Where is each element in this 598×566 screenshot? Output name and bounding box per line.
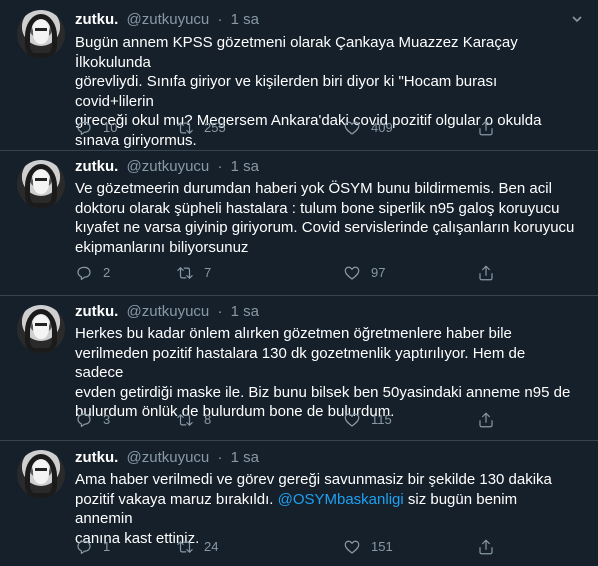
reply-count: 1	[103, 539, 111, 554]
timestamp[interactable]: 1 sa	[231, 11, 259, 28]
share-button[interactable]	[477, 263, 505, 283]
display-name[interactable]: zutku.	[75, 303, 118, 320]
tweet-text: Ve gözetmeerin durumdan haberi yok ÖSYM …	[75, 179, 575, 257]
display-name[interactable]: zutku.	[75, 158, 118, 175]
like-button[interactable]: 115	[343, 410, 392, 430]
reply-icon	[77, 540, 91, 554]
reply-button[interactable]: 10	[75, 118, 117, 138]
display-name[interactable]: zutku.	[75, 449, 118, 466]
separator-dot: ·	[217, 303, 223, 320]
like-count: 409	[371, 120, 393, 135]
tweet-text-line: ekipmanlarını biliyorsunuz	[75, 238, 249, 256]
tweet-text-line: kıyafet ne varsa giyinip giriyorum. Covi…	[75, 219, 575, 236]
like-icon	[344, 266, 360, 280]
reply-icon	[77, 266, 91, 280]
share-icon	[479, 412, 493, 428]
tweet-text-line: doktoru olarak şüpheli hastalara : tulum…	[75, 199, 560, 217]
timestamp[interactable]: 1 sa	[231, 303, 259, 320]
timestamp[interactable]: 1 sa	[231, 158, 259, 175]
avatar[interactable]	[17, 450, 65, 498]
tweet[interactable]: zutku. @zutkuyucu · 1 sa Bugün annem KPS…	[0, 0, 598, 151]
retweet-icon	[177, 122, 193, 134]
tweet-text-line: pozitif vakaya maruz bırakıldı. @OSYMbas…	[75, 490, 575, 529]
like-count: 97	[371, 265, 386, 280]
reply-count: 10	[103, 120, 118, 135]
share-button[interactable]	[477, 118, 505, 138]
tweet-header: zutku. @zutkuyucu · 1 sa	[75, 157, 259, 177]
reply-button[interactable]: 2	[75, 263, 110, 283]
tweet[interactable]: zutku. @zutkuyucu · 1 sa Ve gözetmeerin …	[0, 150, 598, 296]
share-icon	[479, 120, 493, 136]
like-icon	[344, 121, 360, 135]
tweet-text-line: verilmeden pozitif hastalara 130 dk goze…	[75, 344, 526, 382]
tweet-header: zutku. @zutkuyucu · 1 sa	[75, 302, 259, 322]
chevron-down-icon[interactable]	[572, 14, 582, 24]
avatar[interactable]	[17, 305, 65, 353]
handle[interactable]: @zutkuyucu	[127, 158, 210, 175]
tweet-text-line: evden getirdiği maske ile. Biz bunu bils…	[75, 383, 571, 401]
handle[interactable]: @zutkuyucu	[127, 11, 210, 28]
like-count: 151	[371, 539, 393, 554]
tweet-text-segment: pozitif vakaya maruz bırakıldı.	[75, 490, 278, 508]
reply-button[interactable]: 1	[75, 537, 110, 557]
like-button[interactable]: 151	[343, 537, 393, 557]
reply-icon	[77, 413, 91, 427]
avatar[interactable]	[17, 10, 65, 58]
tweet-text-line: Herkes bu kadar önlem alırken gözetmen ö…	[75, 325, 512, 342]
tweet-text-line: Ama haber verilmedi ve görev gereği savu…	[75, 471, 552, 488]
tweet-header: zutku. @zutkuyucu · 1 sa	[75, 448, 259, 468]
tweet-text-line: görevliydi. Sınıfa giriyor ve kişilerden…	[75, 73, 498, 110]
retweet-count: 8	[204, 412, 212, 427]
separator-dot: ·	[217, 158, 223, 175]
tweet-text-line: Ve gözetmeerin durumdan haberi yok ÖSYM …	[75, 180, 552, 197]
like-icon	[344, 413, 360, 427]
separator-dot: ·	[217, 449, 223, 466]
mention-link[interactable]: @OSYMbaskanligi	[278, 491, 404, 508]
timestamp[interactable]: 1 sa	[231, 449, 259, 466]
retweet-button[interactable]: 255	[176, 118, 226, 138]
tweet-header: zutku. @zutkuyucu · 1 sa	[75, 10, 259, 30]
tweet[interactable]: zutku. @zutkuyucu · 1 sa Herkes bu kadar…	[0, 295, 598, 441]
reply-count: 2	[103, 265, 111, 280]
retweet-icon	[177, 541, 193, 553]
reply-button[interactable]: 3	[75, 410, 110, 430]
retweet-button[interactable]: 7	[176, 263, 211, 283]
share-button[interactable]	[477, 410, 505, 430]
share-icon	[479, 265, 493, 281]
share-button[interactable]	[477, 537, 505, 557]
handle[interactable]: @zutkuyucu	[127, 303, 210, 320]
tweet[interactable]: zutku. @zutkuyucu · 1 sa Ama haber veril…	[0, 440, 598, 566]
share-icon	[479, 539, 493, 555]
like-count: 115	[371, 412, 392, 427]
retweet-icon	[177, 267, 193, 279]
retweet-count: 255	[204, 120, 226, 135]
retweet-button[interactable]: 8	[176, 410, 211, 430]
like-icon	[344, 540, 360, 554]
display-name[interactable]: zutku.	[75, 11, 118, 28]
retweet-button[interactable]: 24	[176, 537, 218, 557]
like-button[interactable]: 97	[343, 263, 385, 283]
tweet-text: Herkes bu kadar önlem alırken gözetmen ö…	[75, 324, 575, 422]
retweet-count: 7	[204, 265, 212, 280]
handle[interactable]: @zutkuyucu	[127, 449, 210, 466]
reply-count: 3	[103, 412, 111, 427]
like-button[interactable]: 409	[343, 118, 393, 138]
tweet-text-line: Bugün annem KPSS gözetmeni olarak Çankay…	[75, 34, 518, 71]
retweet-icon	[177, 414, 193, 426]
separator-dot: ·	[217, 11, 223, 28]
avatar[interactable]	[17, 160, 65, 208]
reply-icon	[77, 121, 91, 135]
retweet-count: 24	[204, 539, 219, 554]
